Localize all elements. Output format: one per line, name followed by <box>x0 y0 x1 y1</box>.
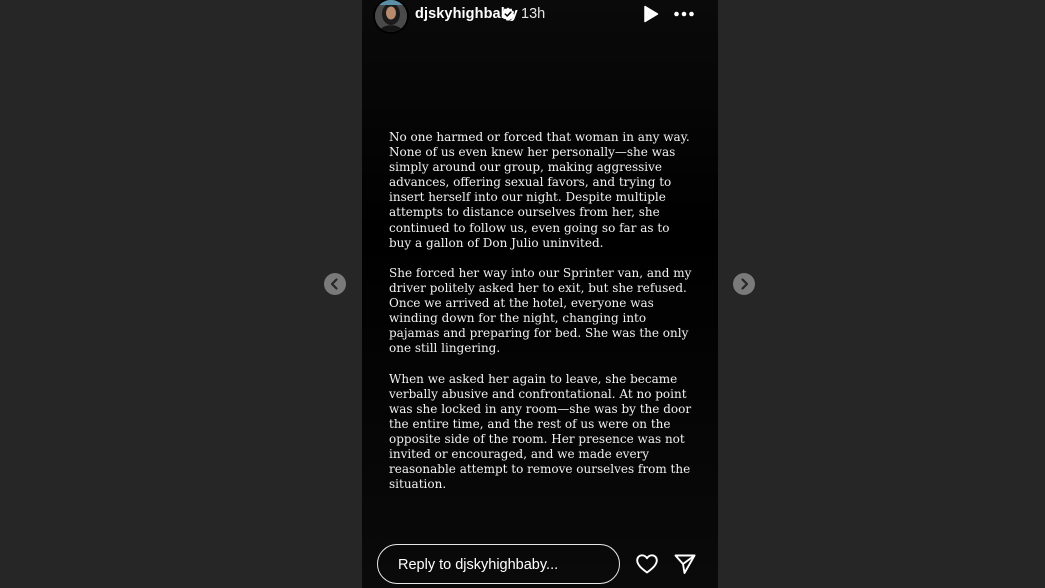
play-icon[interactable] <box>643 5 659 23</box>
profile-photo-icon <box>375 0 407 32</box>
send-icon[interactable] <box>673 552 697 576</box>
more-horizontal-icon[interactable] <box>674 6 694 22</box>
chevron-right-icon <box>741 278 749 290</box>
next-story-button[interactable] <box>733 273 755 295</box>
verified-badge-icon <box>501 7 515 21</box>
heart-icon[interactable] <box>635 552 659 576</box>
story-header: djskyhighbaby 13h <box>362 0 718 32</box>
paragraph-2: She forced her way into our Sprinter van… <box>389 265 692 356</box>
previous-story-button[interactable] <box>324 273 346 295</box>
story-viewer: djskyhighbaby 13h No one harmed or force… <box>362 0 718 588</box>
story-text: No one harmed or forced that woman in an… <box>389 130 694 507</box>
paragraph-3: When we asked her again to leave, she be… <box>389 371 692 492</box>
reply-input[interactable]: Reply to djskyhighbaby... <box>377 544 620 584</box>
chevron-left-icon <box>330 278 338 290</box>
avatar[interactable] <box>375 0 407 32</box>
reply-placeholder: Reply to djskyhighbaby... <box>398 557 559 573</box>
paragraph-1: No one harmed or forced that woman in an… <box>389 130 690 250</box>
post-time: 13h <box>521 6 546 22</box>
